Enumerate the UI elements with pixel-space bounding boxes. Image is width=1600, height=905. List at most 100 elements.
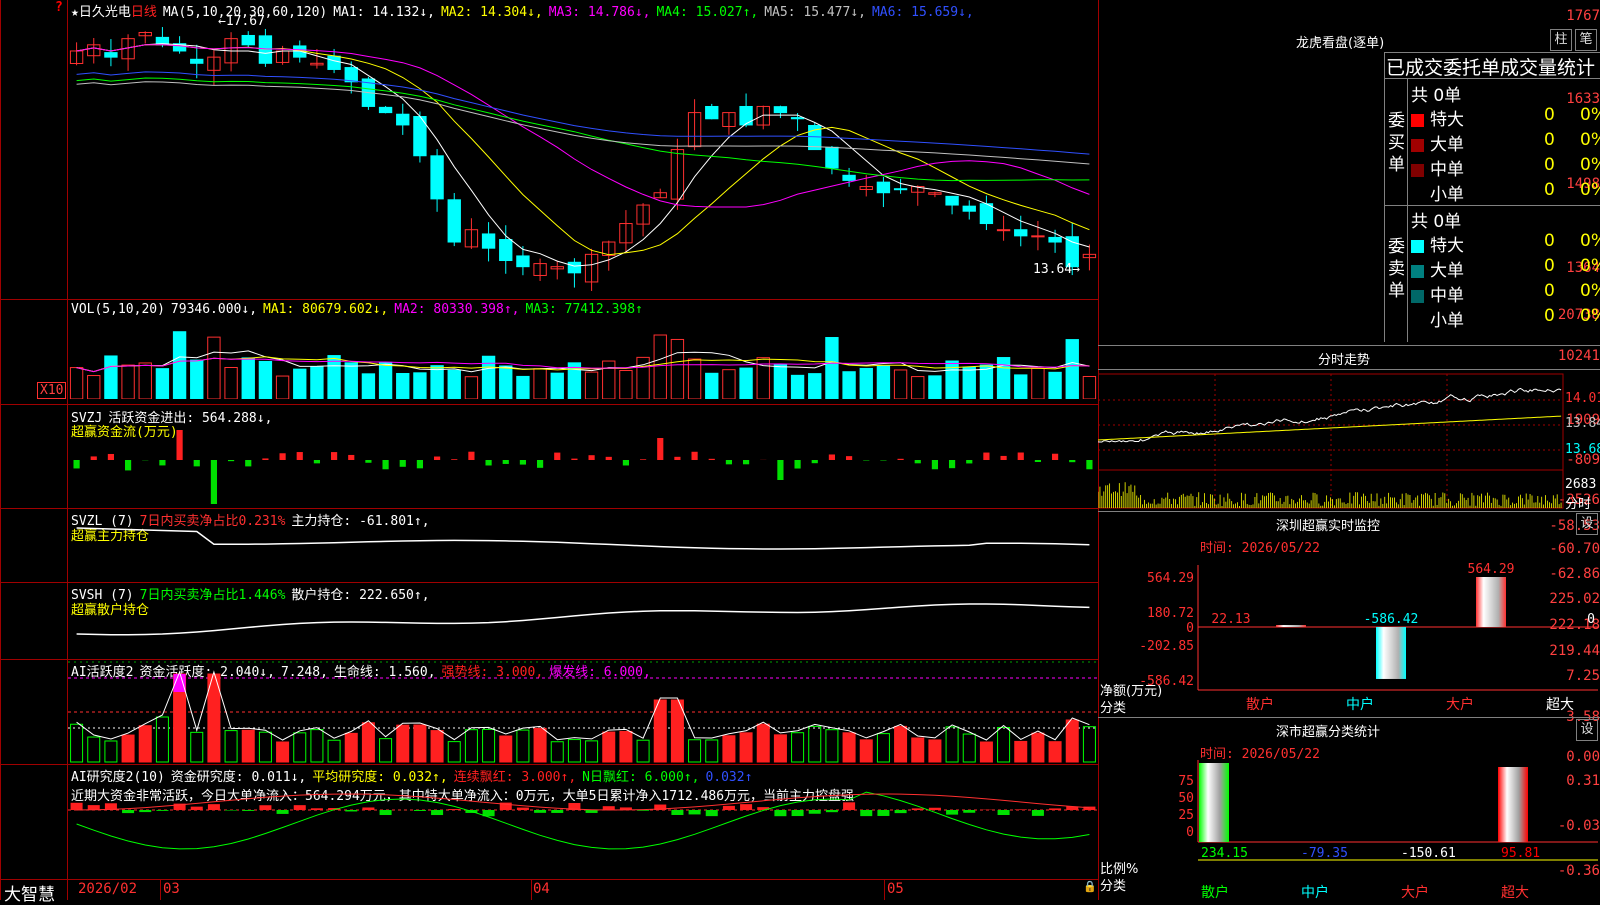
research-bar — [689, 810, 701, 814]
color-swatch-icon — [1411, 164, 1424, 177]
kline-chart[interactable] — [68, 14, 1098, 299]
color-swatch-icon — [1411, 189, 1424, 202]
volume-bar — [156, 369, 168, 399]
monitor-y-label: 0 — [1186, 621, 1194, 636]
activity-bar — [723, 736, 735, 762]
fund-flow-bar — [897, 459, 903, 460]
class-cat-中户: 中户 — [1301, 884, 1329, 900]
research-bar — [139, 810, 151, 812]
monitor-y-label: -202.85 — [1139, 639, 1194, 654]
monitor-y-label: 564.29 — [1147, 571, 1194, 586]
intraday-y-1: 14.01 — [1565, 391, 1600, 406]
research-bar — [71, 803, 83, 810]
bar-mode-button[interactable]: 柱 — [1550, 29, 1572, 51]
candle-body — [894, 189, 906, 190]
tick-mode-button[interactable]: 笔 — [1575, 29, 1597, 51]
monitor-cat-大户: 大户 — [1446, 696, 1474, 713]
lock-icon[interactable]: 🔒 — [1083, 880, 1097, 893]
date-label-2: 03 — [163, 881, 180, 897]
intraday-y-2: 13.84 — [1565, 416, 1600, 431]
vol-y-2: 10241 — [1536, 348, 1600, 364]
volume-bar — [568, 363, 580, 399]
fund-flow-bar — [314, 460, 320, 463]
fund-flow-bar — [451, 459, 457, 460]
activity-bar — [620, 731, 632, 762]
class-cat-散户: 散户 — [1201, 884, 1229, 900]
candle-body — [963, 206, 975, 211]
activity-bar — [517, 730, 529, 762]
row-count: 0 — [1544, 130, 1555, 150]
svsh-chart — [68, 584, 1098, 659]
volume-bar — [397, 374, 409, 399]
volume-bar — [500, 366, 512, 399]
row-count: 0 — [1544, 281, 1555, 301]
fund-flow-bar — [571, 459, 577, 460]
row-pct: 0% — [1580, 306, 1600, 326]
volume-bar — [431, 366, 443, 399]
ai-research-chart — [68, 764, 1098, 879]
volume-bar — [225, 367, 237, 399]
class-top-line — [1098, 717, 1600, 718]
row-name: 特大 — [1430, 110, 1464, 130]
activity-bar — [431, 731, 443, 762]
volume-bar — [311, 367, 323, 399]
volume-bar — [1015, 375, 1027, 399]
brand-logo[interactable]: 大智慧 — [4, 880, 55, 905]
research-bar — [809, 810, 821, 814]
monitor-cat-超大: 超大 — [1546, 697, 1574, 713]
intraday-chart[interactable] — [1098, 370, 1564, 510]
fund-flow-bar — [932, 460, 938, 469]
class-value-大户: -150.61 — [1401, 846, 1456, 861]
candle-body — [482, 234, 494, 248]
ma-line-120 — [77, 72, 1090, 154]
fund-flow-bar — [674, 457, 680, 460]
monitor-settings-button[interactable]: 设 — [1576, 513, 1598, 535]
volume-bar — [122, 365, 134, 399]
sell-row: 大单00% — [1411, 256, 1600, 281]
intraday-y-3: 13.68 — [1565, 442, 1600, 457]
class-cat-大户: 大户 — [1401, 884, 1429, 900]
row-pct: 0% — [1580, 180, 1600, 200]
color-swatch-icon — [1411, 290, 1424, 303]
fund-flow-bar — [691, 452, 697, 460]
candle-body — [379, 107, 391, 112]
monitor-cat-中户: 中户 — [1346, 696, 1374, 713]
activity-bar — [397, 725, 409, 762]
ma-line-20 — [77, 45, 1090, 207]
research-bar — [534, 810, 546, 813]
intraday-vol-unit: 分时 — [1565, 493, 1591, 512]
volume-bar — [482, 356, 494, 399]
fund-flow-bar — [743, 460, 749, 464]
fund-flow-bar — [108, 454, 114, 460]
research-bar — [345, 810, 357, 811]
monitor-title: 深圳超赢实时监控 — [1276, 515, 1380, 534]
volume-bar — [70, 368, 82, 399]
low-mark: 13.64→ — [1033, 262, 1080, 277]
research-bar — [706, 810, 718, 816]
candle-body — [791, 118, 803, 119]
volume-bar — [1032, 368, 1044, 399]
activity-bar — [774, 735, 786, 762]
activity-bar — [328, 740, 340, 762]
research-bar — [294, 805, 306, 810]
candle-body — [980, 204, 992, 224]
fund-flow-bar — [554, 453, 560, 460]
volume-bar — [809, 374, 821, 399]
volume-bar — [929, 376, 941, 399]
left-border — [0, 0, 1, 900]
class-bar-超大 — [1498, 767, 1528, 842]
activity-bar — [946, 727, 958, 762]
activity-bar — [88, 737, 100, 762]
class-settings-button[interactable]: 设 — [1576, 719, 1598, 741]
volume-bar — [671, 339, 683, 399]
sep-svzl — [0, 508, 1098, 509]
fund-flow-bar — [400, 460, 406, 467]
ma-line-30 — [77, 78, 1090, 181]
main-y-1: 1767 — [1536, 8, 1600, 24]
research-bar — [225, 810, 237, 811]
volume-bar — [173, 332, 185, 399]
research-bar — [929, 808, 941, 810]
research-bar — [208, 804, 220, 810]
fund-flow-bar — [794, 460, 800, 469]
activity-bar — [500, 736, 512, 762]
